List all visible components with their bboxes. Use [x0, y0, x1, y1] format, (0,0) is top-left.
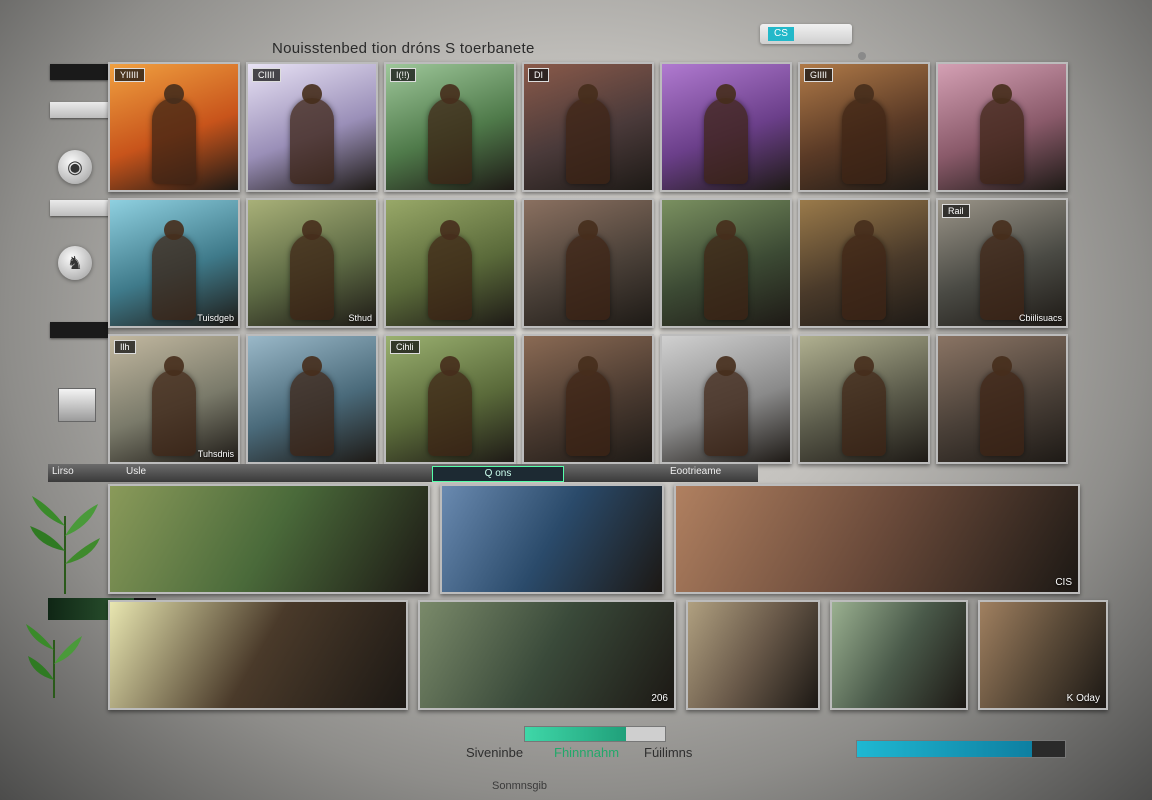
character-card[interactable] [798, 198, 930, 328]
character-figure [842, 84, 886, 184]
character-grid: YIIIII CIIII I(!!) DI GIIII Tuisdgeb Sthud Rail… [108, 62, 1076, 464]
page-title: Nouisstenbed tion dróns S toerbanete [272, 40, 535, 57]
character-card[interactable] [660, 198, 792, 328]
divider-mid-label: Usle [126, 466, 147, 477]
character-card[interactable]: Tuisdgeb [108, 198, 240, 328]
character-card[interactable]: CIIII [246, 62, 378, 192]
divider-right-label: Eootrieame [670, 466, 722, 477]
globe-icon[interactable]: ◉ [58, 150, 92, 184]
character-figure [704, 356, 748, 456]
character-figure [152, 84, 196, 184]
character-card[interactable]: DI [522, 62, 654, 192]
character-figure [152, 220, 196, 320]
divider-left-label: Lirso [52, 466, 74, 477]
character-card[interactable] [798, 334, 930, 464]
card-caption: Tuisdgeb [197, 313, 234, 323]
card-caption: Sthud [348, 313, 372, 323]
footer-right-label[interactable]: Fúilimns [644, 745, 692, 760]
card-badge: I(!!) [390, 68, 416, 82]
monitor-icon[interactable] [58, 388, 96, 422]
scene-card[interactable]: 206 [418, 600, 676, 710]
character-figure [290, 356, 334, 456]
character-figure [980, 356, 1024, 456]
sidebar-bar-1[interactable] [50, 64, 108, 80]
character-card[interactable] [522, 334, 654, 464]
character-card[interactable] [936, 334, 1068, 464]
character-figure [704, 84, 748, 184]
character-figure [428, 220, 472, 320]
divider-tab-label: Q [484, 468, 493, 479]
card-badge: Ilh [114, 340, 136, 354]
scene-card[interactable] [440, 484, 664, 594]
pegasus-icon[interactable]: ♞ [58, 246, 92, 280]
footer-center-label[interactable]: Fhinnnahm [554, 745, 619, 760]
center-progress-fill [525, 727, 626, 741]
character-figure [566, 356, 610, 456]
character-figure [428, 84, 472, 184]
character-figure [290, 220, 334, 320]
scene-card[interactable] [830, 600, 968, 710]
scene-caption: CIS [1055, 577, 1072, 588]
sidebar-bar-2[interactable] [50, 102, 110, 118]
character-figure [842, 220, 886, 320]
scene-caption: K Oday [1066, 693, 1100, 704]
character-card[interactable]: GIIII [798, 62, 930, 192]
character-card[interactable] [936, 62, 1068, 192]
character-figure [152, 356, 196, 456]
scene-card[interactable] [108, 484, 430, 594]
scene-card[interactable] [108, 600, 408, 710]
character-card[interactable] [246, 334, 378, 464]
card-caption: Cbiilisuacs [1018, 313, 1062, 323]
card-badge: Rail [942, 204, 970, 218]
section-divider: Lirso Usle Q ons Eootrieame [48, 464, 758, 482]
scene-caption: 206 [651, 693, 668, 704]
center-progress [524, 726, 666, 742]
top-toggle[interactable]: CS [760, 24, 866, 60]
character-figure [428, 356, 472, 456]
card-badge: GIIII [804, 68, 834, 82]
scene-card[interactable] [686, 600, 820, 710]
scene-card[interactable]: K Oday [978, 600, 1108, 710]
sidebar-bar-4[interactable] [50, 322, 108, 338]
scene-card[interactable]: CIS [674, 484, 1080, 594]
character-figure [704, 220, 748, 320]
wide-row-2: 206 K Oday [108, 600, 1108, 710]
card-badge: CIIII [252, 68, 281, 82]
character-card[interactable]: Sthud [246, 198, 378, 328]
character-figure [842, 356, 886, 456]
character-figure [290, 84, 334, 184]
plant-decoration-small [26, 624, 82, 698]
character-card[interactable] [660, 334, 792, 464]
footer-left-label[interactable]: Siveninbe [466, 745, 523, 760]
character-figure [566, 84, 610, 184]
divider-tab-suffix: ons [495, 468, 512, 479]
character-figure [980, 84, 1024, 184]
divider-tab[interactable]: Q ons [432, 466, 564, 482]
top-tag: CS [768, 27, 794, 41]
character-card[interactable]: Rail Cbiilisuacs [936, 198, 1068, 328]
character-card[interactable]: Ilh Tuhsdnis [108, 334, 240, 464]
sidebar-bar-3[interactable] [50, 200, 110, 216]
footer-bottom-label: Sonmnsgib [492, 780, 548, 792]
character-card[interactable] [522, 198, 654, 328]
character-figure [566, 220, 610, 320]
character-card[interactable]: I(!!) [384, 62, 516, 192]
character-card[interactable] [660, 62, 792, 192]
character-card[interactable]: YIIIII [108, 62, 240, 192]
plant-decoration [30, 496, 100, 594]
card-badge: YIIIII [114, 68, 145, 82]
card-caption: Tuhsdnis [197, 449, 234, 459]
character-card[interactable]: Cihli [384, 334, 516, 464]
character-card[interactable] [384, 198, 516, 328]
card-badge: Cihli [390, 340, 420, 354]
wide-row-1: CIS [108, 484, 1080, 594]
card-badge: DI [528, 68, 549, 82]
right-progress[interactable] [856, 740, 1066, 758]
character-figure [980, 220, 1024, 320]
indicator-dot [858, 52, 866, 60]
right-progress-fill [857, 741, 1032, 757]
